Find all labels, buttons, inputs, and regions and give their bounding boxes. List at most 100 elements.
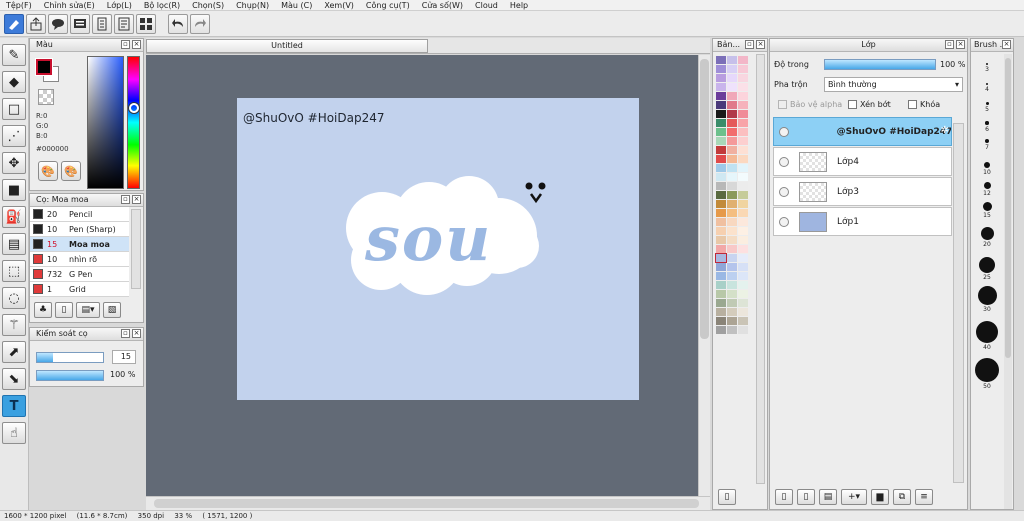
layer-opacity-slider[interactable] <box>824 59 936 70</box>
swatch-scrollbar[interactable] <box>756 54 765 484</box>
color-swatch[interactable] <box>716 65 726 73</box>
brush-list-item[interactable]: 732 G Pen <box>30 267 129 282</box>
color-swatch[interactable] <box>727 119 737 127</box>
color-swatch[interactable] <box>738 110 748 118</box>
menu-cloud[interactable]: Cloud <box>469 0 504 11</box>
color-swatch[interactable] <box>738 83 748 91</box>
new-layer-alt-button[interactable]: ▯ <box>797 489 815 505</box>
color-swatch[interactable] <box>727 65 737 73</box>
brush-list-scrollbar[interactable] <box>131 209 141 289</box>
blend-mode-select[interactable]: Bình thường ▾ <box>824 77 963 92</box>
tool-dots[interactable]: ⋰ <box>2 125 26 147</box>
color-swatch[interactable] <box>716 272 726 280</box>
color-swatch[interactable] <box>727 218 737 226</box>
color-swatch[interactable] <box>716 281 726 289</box>
color-swatch[interactable] <box>727 101 737 109</box>
color-swatch[interactable] <box>727 299 737 307</box>
menu-color[interactable]: Màu (C) <box>275 0 318 11</box>
brush-size-option[interactable]: 30 <box>971 286 1003 314</box>
layer-row[interactable]: @ShuOvO #HoiDap247 ✲ <box>773 117 952 146</box>
color-swatch[interactable] <box>727 263 737 271</box>
panel-close-icon[interactable]: × <box>132 40 141 49</box>
color-swatch[interactable] <box>716 83 726 91</box>
add-swatch-button[interactable]: ▯ <box>718 489 736 505</box>
tool-select-pen[interactable]: ⬈ <box>2 341 26 363</box>
hue-slider[interactable] <box>127 56 140 189</box>
color-swatch[interactable] <box>727 209 737 217</box>
tiles-button[interactable] <box>136 13 156 34</box>
redo-button[interactable] <box>190 13 210 34</box>
panel-float-icon[interactable]: ▫ <box>945 40 954 49</box>
panel-close-icon[interactable]: × <box>132 329 141 338</box>
color-swatch[interactable] <box>738 254 748 262</box>
color-swatch[interactable] <box>716 245 726 253</box>
color-swatch[interactable] <box>727 128 737 136</box>
document-tab-untitled[interactable]: Untitled <box>146 39 428 53</box>
canvas-horizontal-scrollbar[interactable] <box>146 496 710 510</box>
panel-float-icon[interactable]: ▫ <box>121 40 130 49</box>
layer-options-button[interactable]: ≡ <box>915 489 933 505</box>
color-swatch[interactable] <box>738 317 748 325</box>
clipping-option[interactable]: Xén bớt <box>848 100 891 109</box>
export-button[interactable] <box>26 13 46 34</box>
panel-float-icon[interactable]: ▫ <box>121 195 130 204</box>
menu-snap[interactable]: Chụp(N) <box>230 0 275 11</box>
protect-alpha-checkbox[interactable] <box>778 100 787 109</box>
color-swatch[interactable] <box>716 119 726 127</box>
foreground-color-swatch[interactable] <box>35 58 53 76</box>
color-swatch[interactable] <box>738 182 748 190</box>
color-swatch[interactable] <box>738 119 748 127</box>
brush-size-option[interactable]: 50 <box>971 358 1003 391</box>
color-swatch[interactable] <box>716 56 726 64</box>
transparent-swatch[interactable] <box>38 89 54 105</box>
tool-text[interactable]: T <box>2 395 26 417</box>
brush-list-item[interactable]: 1 Grid <box>30 282 129 297</box>
color-swatch[interactable] <box>716 290 726 298</box>
saturation-value-picker[interactable] <box>87 56 124 189</box>
save-brush-button[interactable]: ▧ <box>103 302 121 318</box>
color-swatch[interactable] <box>738 308 748 316</box>
color-swatch[interactable] <box>716 74 726 82</box>
color-swatch[interactable] <box>716 128 726 136</box>
brush-size-scroll-thumb[interactable] <box>1005 58 1011 358</box>
canvas-workspace[interactable]: @ShuOvO #HoiDap247 sou <box>146 55 698 496</box>
tool-marquee[interactable]: ⬚ <box>2 260 26 282</box>
canvas-hscroll-thumb[interactable] <box>154 499 699 508</box>
color-swatch[interactable] <box>715 253 727 263</box>
menu-view[interactable]: Xem(V) <box>318 0 360 11</box>
add-layer-menu-button[interactable]: +▾ <box>841 489 867 505</box>
color-swatch[interactable] <box>727 254 737 262</box>
tool-eraser[interactable]: ◆ <box>2 71 26 93</box>
panel-close-icon[interactable]: × <box>132 195 141 204</box>
panel-close-icon[interactable]: × <box>956 40 965 49</box>
color-swatch[interactable] <box>738 155 748 163</box>
color-swatch[interactable] <box>716 200 726 208</box>
layer-row[interactable]: Lớp1 <box>773 207 952 236</box>
color-swatch[interactable] <box>716 155 726 163</box>
brush-size-option[interactable]: 10 <box>971 162 1003 177</box>
color-swatch[interactable] <box>727 74 737 82</box>
brush-size-option[interactable]: 12 <box>971 182 1003 198</box>
color-swatch[interactable] <box>738 128 748 136</box>
color-swatch[interactable] <box>727 308 737 316</box>
color-swatch[interactable] <box>716 308 726 316</box>
layer-scrollbar[interactable] <box>953 123 964 483</box>
lock-option[interactable]: Khóa <box>908 100 940 109</box>
brush-size-option[interactable]: 25 <box>971 257 1003 282</box>
panel-float-icon[interactable]: ▫ <box>121 329 130 338</box>
message-button[interactable] <box>70 13 90 34</box>
tool-magic-wand[interactable]: ⚚ <box>2 314 26 336</box>
canvas-vscroll-thumb[interactable] <box>700 59 709 339</box>
color-swatch[interactable] <box>738 191 748 199</box>
brush-size-option[interactable]: 20 <box>971 227 1003 249</box>
menu-filter[interactable]: Bộ lọc(R) <box>138 0 186 11</box>
color-swatch[interactable] <box>738 245 748 253</box>
color-swatch[interactable] <box>738 299 748 307</box>
color-swatch[interactable] <box>738 101 748 109</box>
color-swatch[interactable] <box>738 146 748 154</box>
color-swatch[interactable] <box>727 110 737 118</box>
tool-bucket[interactable]: ⛽ <box>2 206 26 228</box>
color-swatch[interactable] <box>727 281 737 289</box>
tool-select-eraser[interactable]: ⬊ <box>2 368 26 390</box>
color-swatch[interactable] <box>716 164 726 172</box>
